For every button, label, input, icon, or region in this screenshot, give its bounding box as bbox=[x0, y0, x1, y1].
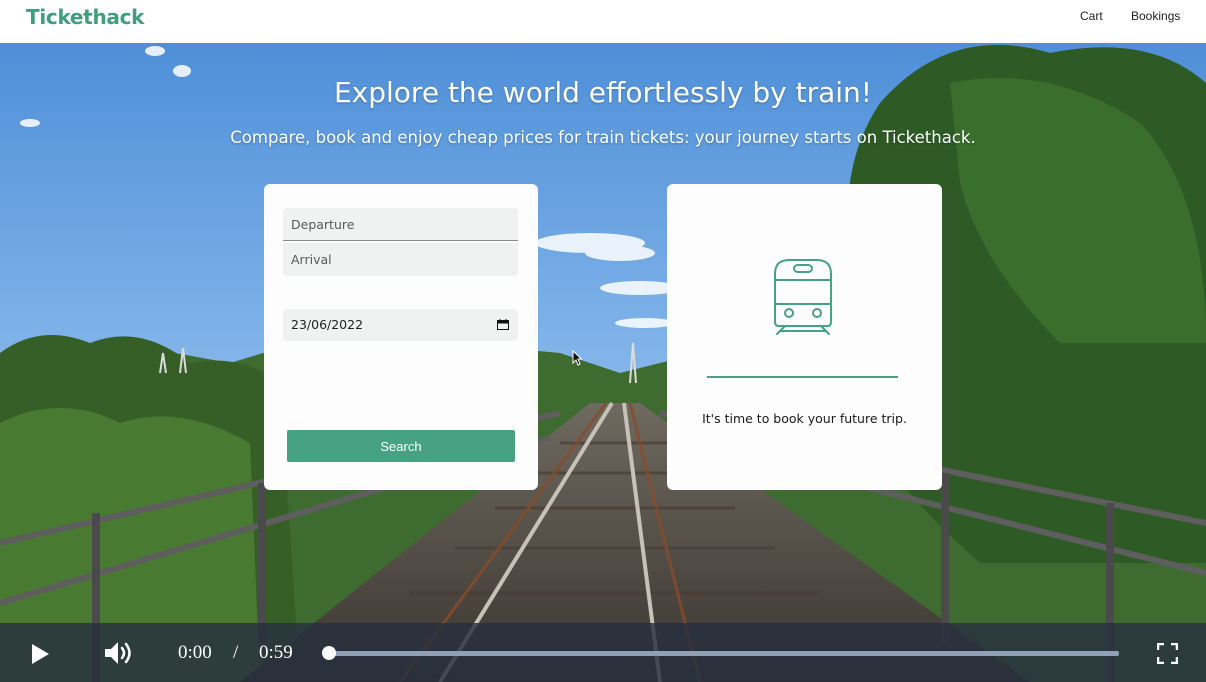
progress-thumb[interactable] bbox=[322, 646, 336, 660]
fullscreen-icon[interactable] bbox=[1157, 643, 1178, 664]
top-navbar: Tickethack Cart Bookings bbox=[0, 0, 1206, 43]
hero-title: Explore the world effortlessly by train! bbox=[333, 76, 873, 109]
departure-input[interactable] bbox=[283, 208, 518, 241]
result-message: It's time to book your future trip. bbox=[702, 411, 907, 426]
video-controls: 0:00 / 0:59 bbox=[0, 623, 1206, 682]
result-card: It's time to book your future trip. bbox=[667, 184, 942, 490]
train-icon bbox=[774, 259, 832, 335]
calendar-icon[interactable] bbox=[497, 319, 509, 330]
duration: 0:59 bbox=[259, 642, 293, 663]
result-divider bbox=[707, 376, 898, 378]
date-input[interactable]: 23/06/2022 bbox=[283, 309, 518, 341]
progress-bar[interactable] bbox=[329, 651, 1119, 656]
time-separator: / bbox=[233, 642, 239, 663]
nav-cart-link[interactable]: Cart bbox=[1080, 9, 1103, 23]
arrival-input[interactable] bbox=[283, 243, 518, 276]
current-time: 0:00 bbox=[178, 642, 212, 663]
nav-bookings-link[interactable]: Bookings bbox=[1131, 9, 1180, 23]
hero-subtitle: Compare, book and enjoy cheap prices for… bbox=[230, 128, 976, 147]
brand-logo[interactable]: Tickethack bbox=[26, 5, 144, 29]
date-value: 23/06/2022 bbox=[291, 317, 364, 332]
play-icon[interactable] bbox=[30, 643, 50, 665]
volume-icon[interactable] bbox=[103, 640, 133, 666]
search-button[interactable]: Search bbox=[287, 430, 515, 462]
mouse-cursor-icon bbox=[572, 350, 582, 366]
search-card: 23/06/2022 Search bbox=[264, 184, 538, 490]
